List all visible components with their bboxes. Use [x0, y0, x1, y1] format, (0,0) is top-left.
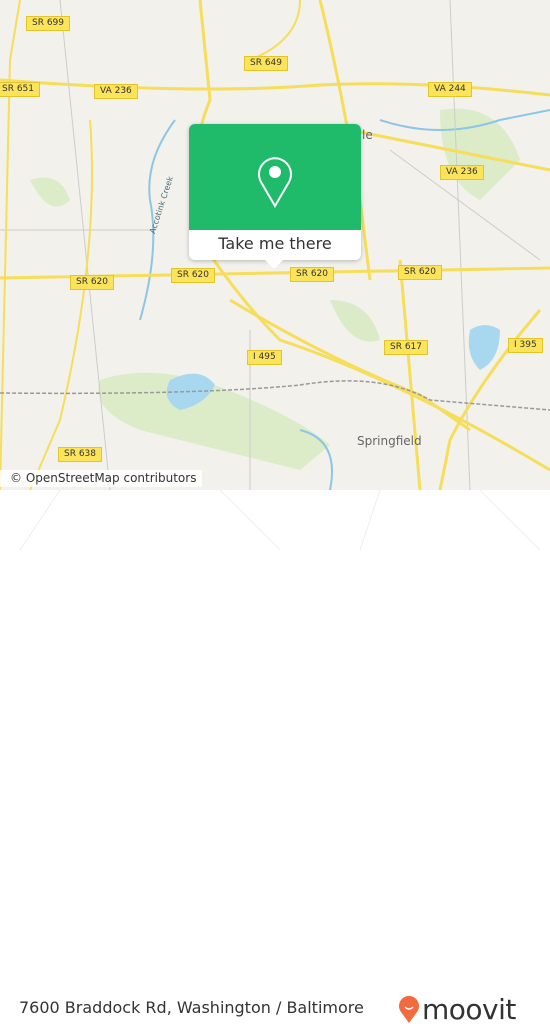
- route-shield: SR 620: [290, 267, 335, 282]
- footer: 7600 Braddock Rd, Washington / Baltimore…: [0, 490, 550, 1026]
- route-shield: SR 620: [171, 268, 216, 283]
- popup-tail: [265, 260, 283, 269]
- route-shield: VA 236: [94, 84, 138, 99]
- route-shield: I 395: [508, 338, 543, 353]
- route-shield: VA 236: [440, 165, 484, 180]
- map-attribution[interactable]: © OpenStreetMap contributors: [0, 470, 203, 487]
- map[interactable]: SR 699 SR 651 VA 236 SR 649 VA 244 VA 23…: [0, 0, 550, 490]
- route-shield: SR 651: [0, 82, 41, 97]
- place-label-annandale: le: [362, 128, 373, 142]
- address-label: 7600 Braddock Rd, Washington / Baltimore: [19, 998, 364, 1017]
- moovit-pin-icon: [399, 995, 419, 1023]
- route-shield: SR 638: [58, 447, 103, 462]
- route-shield: SR 620: [70, 275, 115, 290]
- moovit-logo[interactable]: moovit: [398, 993, 516, 1026]
- route-shield: I 495: [247, 350, 282, 365]
- route-shield: SR 620: [398, 265, 443, 280]
- route-shield: SR 699: [26, 16, 71, 31]
- route-shield: SR 617: [384, 340, 429, 355]
- footer-pattern: [19, 490, 541, 550]
- destination-popup[interactable]: Take me there: [189, 124, 361, 269]
- place-label-springfield: Springfield: [357, 434, 422, 448]
- route-shield: SR 649: [244, 56, 289, 71]
- route-shield: VA 244: [428, 82, 472, 97]
- location-pin-icon: [258, 157, 292, 208]
- take-me-there-button[interactable]: Take me there: [189, 230, 361, 260]
- popup-header: [189, 124, 361, 230]
- brand-name: moovit: [422, 993, 516, 1026]
